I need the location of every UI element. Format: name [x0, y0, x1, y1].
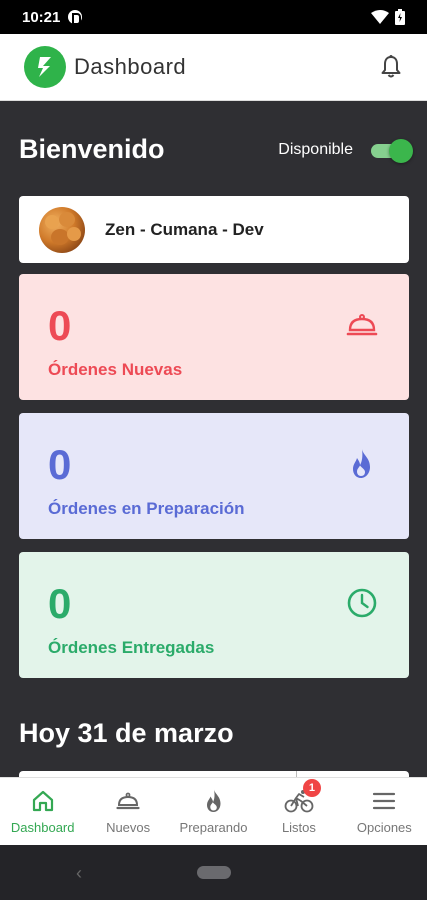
clock-icon	[347, 588, 377, 618]
nav-item-preparando[interactable]: Preparando	[171, 778, 256, 845]
flame-icon	[206, 789, 221, 812]
store-avatar	[39, 206, 85, 253]
availability-label: Disponible	[278, 140, 353, 158]
home-pill[interactable]	[197, 866, 231, 879]
nav-label-opciones: Opciones	[356, 820, 412, 835]
back-icon[interactable]: ‹	[76, 863, 82, 884]
listos-badge: 1	[302, 779, 321, 797]
bell-icon[interactable]	[379, 54, 403, 80]
wifi-icon	[371, 10, 389, 24]
nav-label-preparando: Preparando	[179, 820, 248, 835]
store-name: Zen - Cumana - Dev	[105, 219, 264, 239]
delivered-orders-label: Órdenes Entregadas	[48, 638, 215, 657]
page-title: Dashboard	[74, 54, 187, 79]
preparing-orders-label: Órdenes en Preparación	[48, 499, 245, 518]
flame-icon	[353, 449, 370, 478]
nav-item-dashboard[interactable]: Dashboard	[0, 778, 85, 845]
system-nav-bar: ‹	[0, 845, 427, 900]
cloche-icon	[116, 792, 140, 810]
menu-icon	[373, 792, 396, 810]
nav-item-listos[interactable]: 1 Listos	[256, 778, 341, 845]
preparing-orders-count: 0	[48, 441, 72, 488]
new-orders-label: Órdenes Nuevas	[48, 360, 183, 379]
nav-item-nuevos[interactable]: Nuevos	[85, 778, 170, 845]
new-orders-count: 0	[48, 302, 72, 349]
dashboard-content[interactable]: Bienvenido Disponible Zen - Cumana - Dev…	[0, 101, 427, 777]
welcome-row: Bienvenido Disponible	[19, 134, 413, 165]
availability-toggle[interactable]	[369, 138, 413, 163]
preparing-orders-card[interactable]: 0 Órdenes en Preparación	[19, 413, 409, 539]
nav-item-opciones[interactable]: Opciones	[342, 778, 427, 845]
welcome-title: Bienvenido	[19, 134, 165, 164]
delivered-orders-card[interactable]: 0 Órdenes Entregadas	[19, 552, 409, 678]
new-orders-card[interactable]: 0 Órdenes Nuevas	[19, 274, 409, 400]
notification-app-icon	[68, 10, 83, 25]
status-icons	[371, 9, 405, 25]
app-logo-icon	[24, 46, 66, 88]
nav-label-dashboard: Dashboard	[10, 820, 75, 835]
store-card[interactable]: Zen - Cumana - Dev	[19, 196, 409, 263]
battery-icon	[395, 9, 405, 25]
delivered-orders-count: 0	[48, 580, 72, 627]
bottom-nav: Dashboard Nuevos Preparando 1 Listos Opc…	[0, 777, 427, 845]
nav-label-listos: Listos	[281, 820, 316, 835]
home-icon	[32, 790, 53, 812]
cloche-icon	[346, 314, 378, 336]
nav-label-nuevos: Nuevos	[106, 820, 151, 835]
date-title: Hoy 31 de marzo	[19, 718, 234, 748]
status-time: 10:21	[22, 8, 61, 26]
status-bar: 10:21	[0, 0, 427, 34]
app-bar: Dashboard	[0, 34, 427, 101]
toggle-knob	[389, 138, 413, 163]
